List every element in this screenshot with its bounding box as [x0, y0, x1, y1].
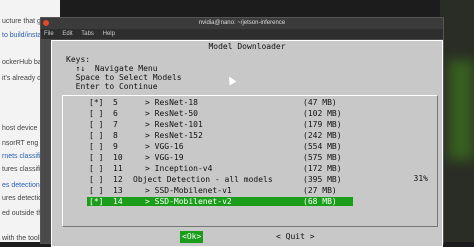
- model-downloader-dialog: Model Downloader Keys: ↑↓ Navigate Menu …: [51, 40, 443, 247]
- model-size: (102 MB): [303, 109, 342, 118]
- ok-button[interactable]: <Ok>: [180, 231, 204, 243]
- row-number: 11: [113, 164, 123, 173]
- model-name: > VGG-16: [145, 142, 184, 151]
- checkbox[interactable]: [ ]: [89, 109, 103, 118]
- model-row[interactable]: [ ] 11 > Inception-v4 (172 MB): [63, 164, 403, 173]
- background-text-line: ockerHub ba: [2, 59, 42, 66]
- checkbox[interactable]: [ ]: [89, 164, 103, 173]
- quit-button[interactable]: < Quit >: [276, 231, 315, 243]
- row-number: 10: [113, 153, 123, 162]
- checkbox[interactable]: [ ]: [89, 131, 103, 140]
- row-number: 7: [113, 120, 118, 129]
- model-name: > ResNet-50: [145, 109, 198, 118]
- model-row-selected[interactable]: [*] 14 > SSD-Mobilenet-v2 (68 MB): [87, 197, 353, 206]
- model-name: > SSD-Mobilenet-v1: [145, 186, 232, 195]
- checkbox[interactable]: [ ]: [89, 175, 103, 184]
- keys-help: Keys: ↑↓ Navigate Menu Space to Select M…: [66, 55, 182, 91]
- background-desktop: [440, 0, 474, 242]
- checkbox[interactable]: [ ]: [89, 142, 103, 151]
- model-size: (179 MB): [303, 120, 342, 129]
- model-name: > Inception-v4: [145, 164, 213, 173]
- checkbox[interactable]: [ ]: [89, 120, 103, 129]
- model-row[interactable]: [ ] 6 > ResNet-50 (102 MB): [63, 109, 403, 118]
- category-row[interactable]: [ ] 12 Object Detection - all models (395 M…: [63, 175, 403, 184]
- model-row[interactable]: [ ] 8 > ResNet-152 (242 MB): [63, 131, 403, 140]
- menu-edit[interactable]: Edit: [62, 31, 72, 37]
- background-text-line: nsorRT eng: [2, 140, 39, 147]
- background-text-line: host device: [2, 125, 38, 132]
- menu-tabs[interactable]: Tabs: [81, 31, 94, 37]
- terminal-menubar: File Edit Tabs Help: [41, 29, 443, 39]
- keys-line: ↑↓ Navigate Menu: [66, 64, 158, 73]
- model-size: (575 MB): [303, 153, 342, 162]
- background-text-line: ucture that ge: [2, 18, 45, 25]
- row-number: 14: [113, 197, 123, 206]
- row-number: 13: [113, 186, 123, 195]
- model-size: (27 MB): [303, 186, 337, 195]
- scroll-percent: 31%: [413, 174, 428, 183]
- model-row[interactable]: [*] 5 > ResNet-18 (47 MB): [63, 98, 403, 107]
- model-size: (172 MB): [303, 164, 342, 173]
- button-row: <Ok> < Quit >: [52, 231, 442, 243]
- background-text-line: to build/instal: [2, 32, 43, 39]
- row-number: 5: [113, 98, 118, 107]
- model-size: (68 MB): [303, 197, 337, 206]
- model-name: > SSD-Mobilenet-v2: [145, 197, 232, 206]
- terminal-titlebar[interactable]: nvidia@nano: ~/jetson-inference: [41, 18, 443, 29]
- background-text-line: tures classifi: [2, 166, 41, 173]
- model-row[interactable]: [ ] 9 > VGG-16 (554 MB): [63, 142, 403, 151]
- terminal-body: Model Downloader Keys: ↑↓ Navigate Menu …: [41, 39, 443, 247]
- checkbox[interactable]: [*]: [89, 98, 103, 107]
- row-number: 8: [113, 131, 118, 140]
- row-number: 9: [113, 142, 118, 151]
- keys-line: Enter to Continue: [66, 82, 158, 91]
- checkbox[interactable]: [*]: [89, 197, 103, 206]
- model-row[interactable]: [ ] 7 > ResNet-101 (179 MB): [63, 120, 403, 129]
- close-icon[interactable]: [43, 20, 49, 26]
- model-name: > ResNet-152: [145, 131, 203, 140]
- keys-line: Space to Select Models: [66, 73, 182, 82]
- menu-help[interactable]: Help: [103, 31, 115, 37]
- row-number: 12: [113, 175, 123, 184]
- model-size: (47 MB): [303, 98, 337, 107]
- background-text-line: it's already do: [2, 75, 45, 82]
- terminal-title: nvidia@nano: ~/jetson-inference: [198, 20, 286, 26]
- checkbox[interactable]: [ ]: [89, 186, 103, 195]
- model-name: > ResNet-18: [145, 98, 198, 107]
- dialog-title: Model Downloader: [208, 42, 286, 51]
- checkbox[interactable]: [ ]: [89, 153, 103, 162]
- menu-file[interactable]: File: [44, 31, 54, 37]
- model-size: (554 MB): [303, 142, 342, 151]
- model-name: > VGG-19: [145, 153, 184, 162]
- background-text-line: es detection t: [2, 182, 44, 189]
- model-size: (395 MB): [303, 175, 342, 184]
- model-name: > ResNet-101: [145, 120, 203, 129]
- keys-line: Keys:: [66, 55, 91, 64]
- model-size: (242 MB): [303, 131, 342, 140]
- category-label: Object Detection - all models: [133, 175, 273, 184]
- terminal-window[interactable]: nvidia@nano: ~/jetson-inference File Edi…: [40, 17, 444, 247]
- model-list[interactable]: [*] 5 > ResNet-18 (47 MB) [ ] 6 > ResNet-50 (10…: [62, 95, 438, 227]
- model-row[interactable]: [ ] 10 > VGG-19 (575 MB): [63, 153, 403, 162]
- background-glow: [448, 60, 474, 160]
- model-row[interactable]: [ ] 13 > SSD-Mobilenet-v1 (27 MB): [63, 186, 403, 195]
- row-number: 6: [113, 109, 118, 118]
